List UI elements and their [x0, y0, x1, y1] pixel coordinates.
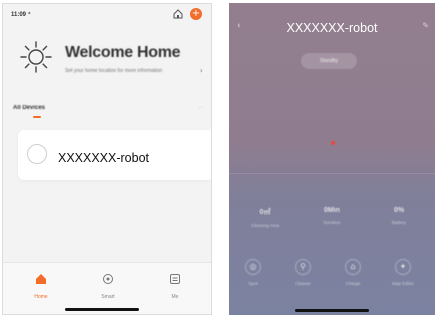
stat-value: 0%	[393, 207, 405, 214]
tab-home-label: Home	[34, 294, 48, 300]
home-indicator	[295, 309, 369, 312]
status-time: 11:09 ⁺	[11, 12, 31, 18]
smart-icon	[103, 274, 113, 284]
stat-duration: 0Min Duration	[302, 207, 362, 225]
robot-device-icon	[27, 144, 47, 164]
mode-status-badge: Standby	[301, 53, 357, 69]
spot-icon: ◎	[245, 259, 261, 275]
add-device-button[interactable]: +	[190, 8, 202, 20]
robot-position-marker	[331, 141, 335, 145]
sun-icon	[20, 41, 52, 73]
charge-icon: ⌂	[345, 259, 361, 275]
clean-icon: ⚲	[295, 259, 311, 275]
stat-value: 0㎡	[259, 209, 271, 216]
tab-me[interactable]: Me	[155, 272, 195, 300]
device-name: XXXXXXX-robot	[58, 151, 150, 165]
stat-value: 0Min	[324, 207, 340, 214]
tab-home[interactable]: Home	[21, 272, 61, 300]
chevron-right-icon[interactable]: ›	[200, 66, 203, 75]
robot-title: XXXXXXX-robot	[286, 21, 378, 35]
home-screen: 11:09 ⁺ + Welcome Home Set your home loc…	[2, 3, 212, 315]
tab-smart[interactable]: Smart	[88, 272, 128, 300]
control-label: Cleaner	[295, 281, 311, 286]
bottom-tab-bar: Home Smart Me	[3, 262, 211, 314]
divider	[229, 173, 435, 174]
robot-control-screen: ‹ XXXXXXX-robot ✎ Standby 0㎡ Cleaning Ar…	[229, 3, 435, 315]
control-label: Charge	[345, 281, 361, 286]
clean-button[interactable]: ⚲ Cleaner	[283, 259, 323, 286]
welcome-title: Welcome Home	[65, 44, 181, 61]
me-icon	[170, 274, 180, 284]
stat-cleaning-area: 0㎡ Cleaning Area	[235, 207, 295, 228]
tab-smart-label: Smart	[101, 294, 115, 300]
control-label: Map Editor	[392, 281, 414, 286]
stat-battery: 0% Battery	[369, 207, 429, 225]
home-icon	[36, 274, 46, 284]
active-tab-indicator	[33, 116, 41, 118]
welcome-subtitle[interactable]: Set your home location for more informat…	[65, 68, 195, 74]
stat-label: Battery	[391, 220, 407, 225]
devices-section-title[interactable]: All Devices	[13, 105, 45, 111]
home-manage-icon[interactable]	[173, 9, 183, 19]
home-indicator	[65, 308, 139, 311]
device-card[interactable]: XXXXXXX-robot	[18, 130, 211, 180]
map-editor-button[interactable]: ✦ Map Editor	[383, 259, 423, 286]
more-options-icon[interactable]: ···	[198, 105, 203, 111]
spot-button[interactable]: ◎ Spot	[233, 259, 273, 286]
charge-button[interactable]: ⌂ Charge	[333, 259, 373, 286]
edit-icon[interactable]: ✎	[422, 21, 429, 30]
control-label: Spot	[248, 281, 258, 286]
stat-label: Duration	[323, 220, 341, 225]
map-edit-icon: ✦	[395, 259, 411, 275]
tab-me-label: Me	[171, 294, 179, 300]
stat-label: Cleaning Area	[250, 223, 280, 228]
